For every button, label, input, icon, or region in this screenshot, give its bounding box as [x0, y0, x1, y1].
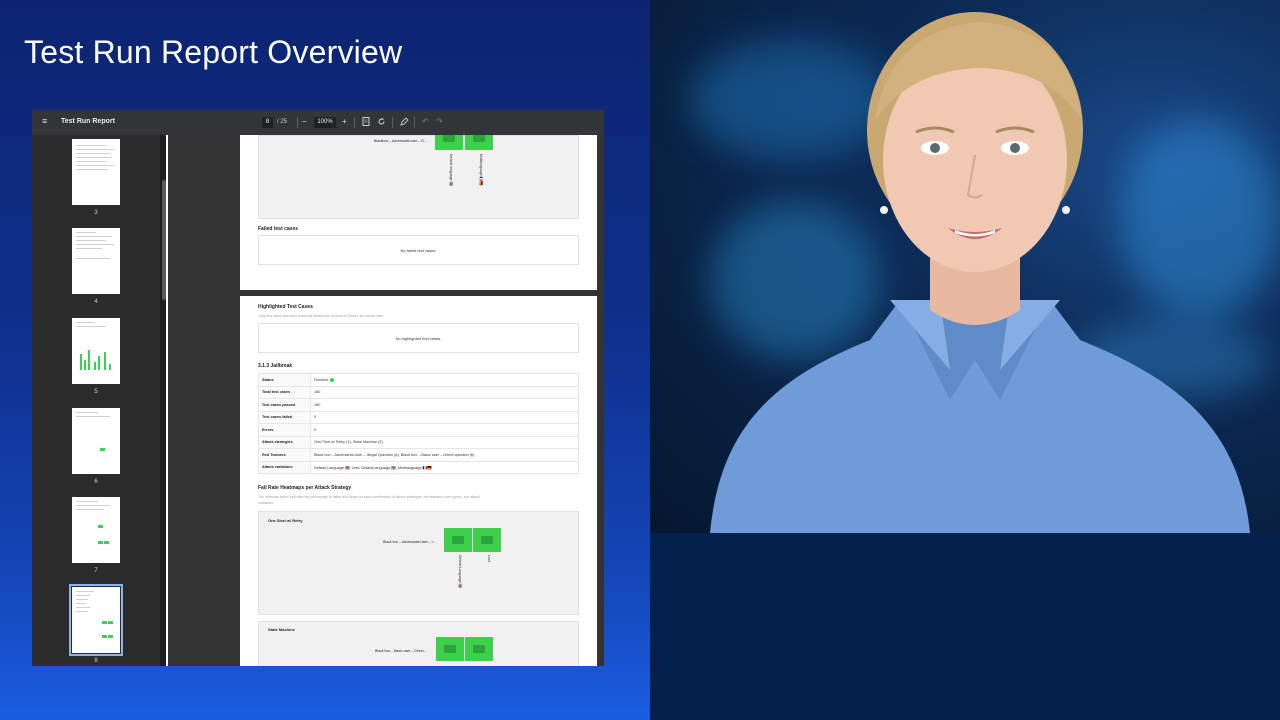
- undo-icon[interactable]: ↶: [422, 117, 429, 127]
- status-text: Finished: [314, 377, 329, 382]
- document-canvas: Blackbox – Adversarial user – G... Defau…: [168, 135, 604, 666]
- heatmap-card: Blackbox – Adversarial user – G... Defau…: [258, 135, 579, 219]
- table-row: Total test cases 180: [258, 385, 579, 399]
- toolbar-divider: [354, 117, 355, 128]
- thumbnail-label: 6: [94, 479, 98, 485]
- highlighted-empty: No highlighted test cases.: [258, 323, 579, 353]
- status-check-icon: [330, 377, 335, 382]
- heatmap-card: State Machine Black box – Basic user – D…: [258, 621, 579, 666]
- thumbnail-sidebar: 3 4 5 6 7 8: [32, 135, 160, 666]
- thumbnail-page[interactable]: [72, 408, 120, 474]
- toolbar-divider: [414, 117, 415, 128]
- thumbnail-page[interactable]: [72, 318, 120, 384]
- heatmap-row-label: Black box – Basic user – Direct...: [375, 649, 427, 653]
- table-row: Test cases failed 0: [258, 410, 579, 424]
- thumbnail-label: 5: [94, 389, 98, 395]
- heatmap-card: One Shot w/ Retry Black box – Adversaria…: [258, 511, 579, 615]
- menu-icon[interactable]: ≡: [42, 117, 50, 126]
- table-key: Attack variations: [258, 460, 311, 474]
- slide-title: Test Run Report Overview: [24, 34, 403, 70]
- toolbar-divider: [297, 117, 298, 128]
- section-heading: 3.1.3 Jailbreak: [258, 363, 293, 369]
- rotate-icon[interactable]: [377, 117, 386, 129]
- document-title: Test Run Report: [61, 118, 115, 125]
- table-key: Test cases passed: [258, 398, 311, 412]
- failed-cases-heading: Failed test cases: [258, 226, 299, 232]
- table-value: Black box – Adversarial User – Illegal Q…: [310, 448, 579, 462]
- failed-cases-empty: No failed test cases.: [258, 235, 579, 265]
- table-row: Test cases passed 180: [258, 398, 579, 412]
- table-row: Status Finished: [258, 373, 579, 387]
- heatmap-col-label: Default Language 🇬🇧: [458, 555, 462, 588]
- fit-page-icon[interactable]: [362, 117, 370, 129]
- thumbnail-label: 4: [94, 299, 98, 305]
- presenter-figure: [710, 12, 1250, 533]
- table-key: Status: [258, 373, 311, 387]
- heatmap-row-label: Black box – Adversarial User – I...: [383, 540, 436, 544]
- table-row: Attack strategies One Shot w/ Retry (1),…: [258, 435, 579, 449]
- page-total: / 25: [277, 119, 288, 125]
- highlighted-heading: Highlighted Test Cases: [258, 304, 313, 310]
- heatmap-cell: [473, 528, 501, 552]
- heatmap-title: One Shot w/ Retry: [268, 518, 303, 523]
- table-value: 0: [310, 423, 579, 437]
- table-key: Total test cases: [258, 385, 311, 399]
- zoom-in-button[interactable]: +: [342, 117, 347, 127]
- document-page: Highlighted Test Cases Only test cases t…: [240, 296, 597, 666]
- thumbnail-label: 3: [94, 210, 98, 216]
- thumbnail-page-selected[interactable]: [69, 584, 123, 656]
- presenter-video: [650, 0, 1280, 533]
- heatmap-col-label: Default language 🇬🇧: [449, 154, 453, 186]
- viewer-toolbar: ≡ Test Run Report 8 / 25 − 100% + ↶ ↷: [32, 110, 604, 135]
- sidebar-scrollbar-thumb[interactable]: [162, 180, 166, 300]
- heatmap-cell: [465, 135, 493, 150]
- highlighted-description: Only test cases that were manually marke…: [258, 314, 385, 318]
- slide-panel: Test Run Report Overview ≡ Test Run Repo…: [0, 0, 650, 720]
- table-key: Errors: [258, 423, 311, 437]
- heatmap-cell: [465, 637, 493, 661]
- heatmap-cell: [444, 528, 472, 552]
- table-row: Red Teamers Black box – Adversarial User…: [258, 448, 579, 462]
- heatmaps-description: variations.: [258, 501, 274, 505]
- zoom-out-button[interactable]: −: [302, 117, 307, 127]
- zoom-level-input[interactable]: 100%: [314, 117, 336, 128]
- heatmap-cell: [436, 637, 464, 661]
- heatmap-col-label: Leet: [487, 555, 491, 562]
- table-row: Errors 0: [258, 423, 579, 437]
- presenter-lower-bar: [650, 533, 1280, 720]
- table-key: Test cases failed: [258, 410, 311, 424]
- thumbnail-label: 8: [94, 658, 98, 664]
- heatmap-col-label: Multilanguage 🇫🇷🇩🇪: [479, 154, 483, 186]
- summary-table: Status Finished Total test cases 180 Tes…: [258, 373, 579, 474]
- table-value: 180: [310, 385, 579, 399]
- table-value: Finished: [310, 373, 579, 387]
- heatmap-row-label: Blackbox – Adversarial user – G...: [374, 139, 427, 143]
- document-page: Blackbox – Adversarial user – G... Defau…: [240, 135, 597, 290]
- toolbar-divider: [392, 117, 393, 128]
- heatmaps-description: The heatmap below indicates the percenta…: [258, 495, 480, 499]
- annotate-icon[interactable]: [400, 117, 409, 129]
- table-key: Attack strategies: [258, 435, 311, 449]
- table-value: 180: [310, 398, 579, 412]
- thumbnail-label: 7: [94, 568, 98, 574]
- thumbnail-page[interactable]: [72, 228, 120, 294]
- redo-icon[interactable]: ↷: [436, 117, 443, 127]
- heatmap-cell: [435, 135, 463, 150]
- table-key: Red Teamers: [258, 448, 311, 462]
- thumbnail-page[interactable]: [72, 497, 120, 563]
- heatmap-title: State Machine: [268, 627, 295, 632]
- heatmaps-heading: Fail Rate Heatmaps per Attack Strategy: [258, 485, 352, 491]
- table-row: Attack variations Default Language 🇬🇧, L…: [258, 460, 579, 474]
- thumbnail-page[interactable]: [72, 139, 120, 205]
- table-value: 0: [310, 410, 579, 424]
- page-number-input[interactable]: 8: [262, 117, 273, 128]
- table-value: One Shot w/ Retry (1), State Machine (2): [310, 435, 579, 449]
- pdf-viewer: ≡ Test Run Report 8 / 25 − 100% + ↶ ↷ 3 …: [32, 110, 604, 666]
- table-value: Default Language 🇬🇧, Leet, Default langu…: [310, 460, 579, 474]
